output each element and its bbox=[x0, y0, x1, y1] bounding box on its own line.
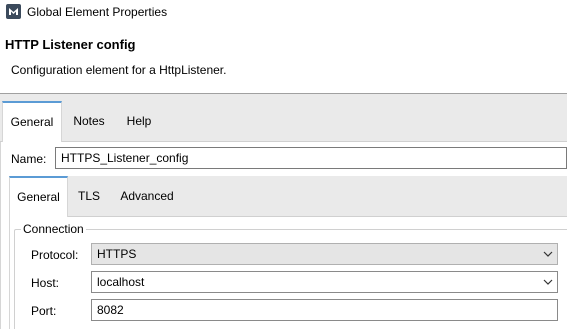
window-title: Global Element Properties bbox=[27, 5, 168, 19]
window-titlebar: Global Element Properties bbox=[0, 0, 567, 25]
protocol-select[interactable]: HTTPS bbox=[91, 243, 558, 265]
mule-app-icon bbox=[6, 4, 21, 19]
tab-notes[interactable]: Notes bbox=[66, 101, 112, 141]
tab-general[interactable]: General bbox=[2, 101, 62, 142]
host-combo[interactable]: localhost bbox=[91, 271, 558, 293]
protocol-value: HTTPS bbox=[97, 247, 137, 261]
connection-group-label: Connection bbox=[21, 222, 86, 236]
outer-tab-strip: General Notes Help bbox=[0, 94, 567, 142]
tab-tls[interactable]: TLS bbox=[72, 176, 106, 216]
port-label: Port: bbox=[31, 304, 57, 318]
page-title: HTTP Listener config bbox=[5, 37, 136, 52]
host-label: Host: bbox=[31, 276, 60, 290]
tab-help[interactable]: Help bbox=[116, 101, 162, 141]
port-field[interactable]: 8082 bbox=[91, 299, 558, 321]
chevron-down-icon bbox=[543, 251, 553, 257]
page-description: Configuration element for a HttpListener… bbox=[11, 63, 227, 77]
tab-advanced[interactable]: Advanced bbox=[112, 176, 182, 216]
tab-inner-general[interactable]: General bbox=[9, 176, 68, 217]
inner-tab-strip: General TLS Advanced bbox=[9, 176, 567, 217]
name-field[interactable]: HTTPS_Listener_config bbox=[55, 147, 567, 169]
host-value: localhost bbox=[97, 275, 145, 289]
dialog-header: HTTP Listener config Configuration eleme… bbox=[0, 25, 567, 93]
protocol-label: Protocol: bbox=[31, 248, 79, 262]
chevron-down-icon[interactable] bbox=[543, 277, 553, 287]
name-label: Name: bbox=[11, 152, 47, 166]
